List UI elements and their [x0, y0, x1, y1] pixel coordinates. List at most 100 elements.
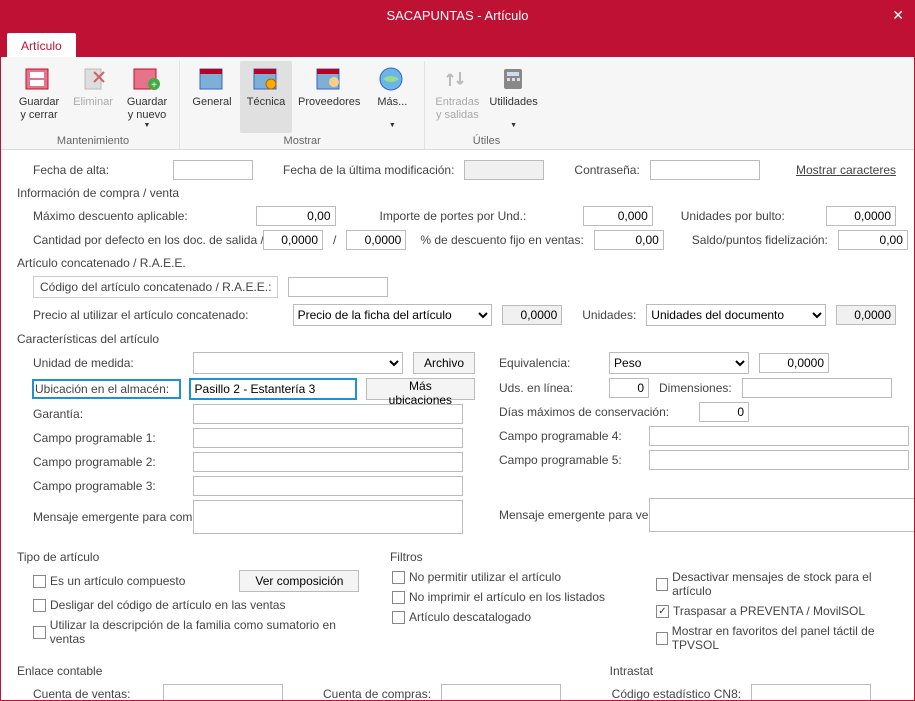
utilidades-icon — [498, 64, 530, 94]
uds-linea-input[interactable] — [609, 378, 649, 398]
codigo-concat-label: Código del artículo concatenado / R.A.E.… — [33, 276, 278, 298]
equivalencia-val[interactable] — [759, 353, 829, 373]
section-enlace: Enlace contable — [17, 664, 588, 678]
unidades-label: Unidades: — [582, 308, 636, 322]
chk-favoritos[interactable] — [656, 632, 668, 645]
tecnica-icon — [250, 64, 282, 94]
chevron-down-icon: ▼ — [144, 122, 151, 130]
ribbon-group-mantenimiento: Guardar y cerrar Eliminar + Guardar y nu… — [7, 61, 180, 149]
window: SACAPUNTAS - Artículo ✕ Artículo Guardar… — [0, 0, 915, 701]
unidad-medida-select[interactable] — [193, 352, 403, 374]
campo3-input[interactable] — [193, 476, 463, 496]
cantidad-defecto-input2[interactable] — [346, 230, 406, 250]
general-icon — [196, 64, 228, 94]
unidades-bulto-label: Unidades por bulto: — [681, 209, 816, 223]
precio-concat-val[interactable] — [502, 305, 562, 325]
garantia-label: Garantía: — [33, 407, 183, 421]
mas-button[interactable]: Más... ▼ — [366, 61, 418, 133]
titlebar: SACAPUNTAS - Artículo ✕ — [1, 1, 914, 29]
cuenta-compras-input[interactable] — [441, 684, 561, 700]
proveedores-button[interactable]: Proveedores — [294, 61, 364, 133]
utilidades-button[interactable]: Utilidades ▼ — [485, 61, 541, 133]
tab-articulo[interactable]: Artículo — [7, 33, 76, 57]
chk-descripcion[interactable] — [33, 626, 46, 639]
cuenta-ventas-input[interactable] — [163, 684, 283, 700]
equivalencia-label: Equivalencia: — [499, 356, 599, 370]
unidades-val[interactable] — [836, 305, 896, 325]
entradas-salidas-icon — [441, 64, 473, 94]
campo1-input[interactable] — [193, 428, 463, 448]
mas-icon — [376, 64, 408, 94]
fecha-alta-label: Fecha de alta: — [33, 163, 163, 177]
fecha-mod-input[interactable] — [464, 160, 544, 180]
ubicacion-input[interactable] — [190, 379, 356, 399]
cantidad-defecto-input1[interactable] — [263, 230, 323, 250]
contrasena-input[interactable] — [650, 160, 760, 180]
ribbon-group-mostrar: General Técnica Proveedores Más... ▼ Mos… — [180, 61, 425, 149]
cantidad-defecto-label: Cantidad por defecto en los doc. de sali… — [33, 233, 253, 247]
importe-portes-input[interactable] — [583, 206, 653, 226]
chk-desactivar[interactable] — [656, 578, 668, 591]
codigo-concat-input[interactable] — [288, 277, 388, 297]
unidades-bulto-input[interactable] — [826, 206, 896, 226]
saldo-puntos-input[interactable] — [838, 230, 908, 250]
equivalencia-select[interactable]: Peso — [609, 352, 749, 374]
section-concat: Artículo concatenado / R.A.E.E. — [17, 256, 896, 270]
cuenta-compras-label: Cuenta de compras: — [323, 687, 431, 700]
msg-compras-input[interactable] — [193, 500, 463, 534]
msg-ventas-label: Mensaje emergente para ventas: — [499, 508, 639, 522]
section-filtros: Filtros — [390, 550, 896, 564]
campo4-input[interactable] — [649, 426, 909, 446]
tecnica-button[interactable]: Técnica — [240, 61, 292, 133]
mostrar-caracteres-link[interactable]: Mostrar caracteres — [796, 163, 896, 177]
msg-compras-label: Mensaje emergente para compras: — [33, 510, 183, 524]
unidad-medida-label: Unidad de medida: — [33, 356, 183, 370]
archivo-button[interactable]: Archivo — [413, 352, 475, 374]
eliminar-button[interactable]: Eliminar — [67, 61, 119, 133]
importe-portes-label: Importe de portes por Und.: — [380, 209, 573, 223]
ribbon: Guardar y cerrar Eliminar + Guardar y nu… — [1, 57, 914, 150]
campo4-label: Campo programable 4: — [499, 429, 639, 443]
ver-composicion-button[interactable]: Ver composición — [239, 570, 359, 592]
section-intrastat: Intrastat — [610, 664, 896, 678]
fecha-alta-input[interactable] — [173, 160, 253, 180]
campo5-input[interactable] — [649, 450, 909, 470]
chevron-down-icon: ▼ — [389, 122, 396, 130]
chk-descatalogado[interactable] — [392, 611, 405, 624]
delete-icon — [77, 64, 109, 94]
unidades-select[interactable]: Unidades del documento — [646, 304, 826, 326]
window-title: SACAPUNTAS - Artículo — [386, 8, 528, 23]
dimensiones-input[interactable] — [742, 378, 892, 398]
section-caract: Características del artículo — [17, 332, 896, 346]
guardar-nuevo-button[interactable]: + Guardar y nuevo ▼ — [121, 61, 173, 133]
garantia-input[interactable] — [193, 404, 463, 424]
max-descuento-input[interactable] — [256, 206, 336, 226]
ribbon-group-utiles: Entradas y salidas Utilidades ▼ Útiles — [425, 61, 547, 149]
codigo-cn8-input[interactable] — [751, 684, 871, 700]
close-icon[interactable]: ✕ — [892, 7, 904, 24]
general-button[interactable]: General — [186, 61, 238, 133]
chk-no-permitir[interactable] — [392, 571, 405, 584]
campo2-input[interactable] — [193, 452, 463, 472]
entradas-salidas-button[interactable]: Entradas y salidas — [431, 61, 483, 133]
dias-max-input[interactable] — [699, 402, 749, 422]
save-new-icon: + — [131, 64, 163, 94]
svg-text:+: + — [151, 80, 157, 91]
precio-concat-select[interactable]: Precio de la ficha del artículo — [293, 304, 493, 326]
ubicacion-label: Ubicación en el almacén: — [33, 380, 180, 398]
chk-traspasar[interactable] — [656, 605, 669, 618]
mas-ubicaciones-button[interactable]: Más ubicaciones — [366, 378, 475, 400]
chk-no-imprimir[interactable] — [392, 591, 405, 604]
chk-desligar[interactable] — [33, 599, 46, 612]
proveedores-icon — [313, 64, 345, 94]
tab-strip: Artículo — [1, 29, 914, 57]
msg-ventas-input[interactable] — [649, 498, 914, 532]
contrasena-label: Contraseña: — [574, 163, 639, 177]
guardar-cerrar-button[interactable]: Guardar y cerrar — [13, 61, 65, 133]
chk-compuesto[interactable] — [33, 575, 46, 588]
saldo-puntos-label: Saldo/puntos fidelización: — [692, 233, 828, 247]
campo5-label: Campo programable 5: — [499, 453, 639, 467]
section-tipo: Tipo de artículo — [17, 550, 368, 564]
chevron-down-icon: ▼ — [510, 122, 517, 130]
pct-descuento-input[interactable] — [594, 230, 664, 250]
